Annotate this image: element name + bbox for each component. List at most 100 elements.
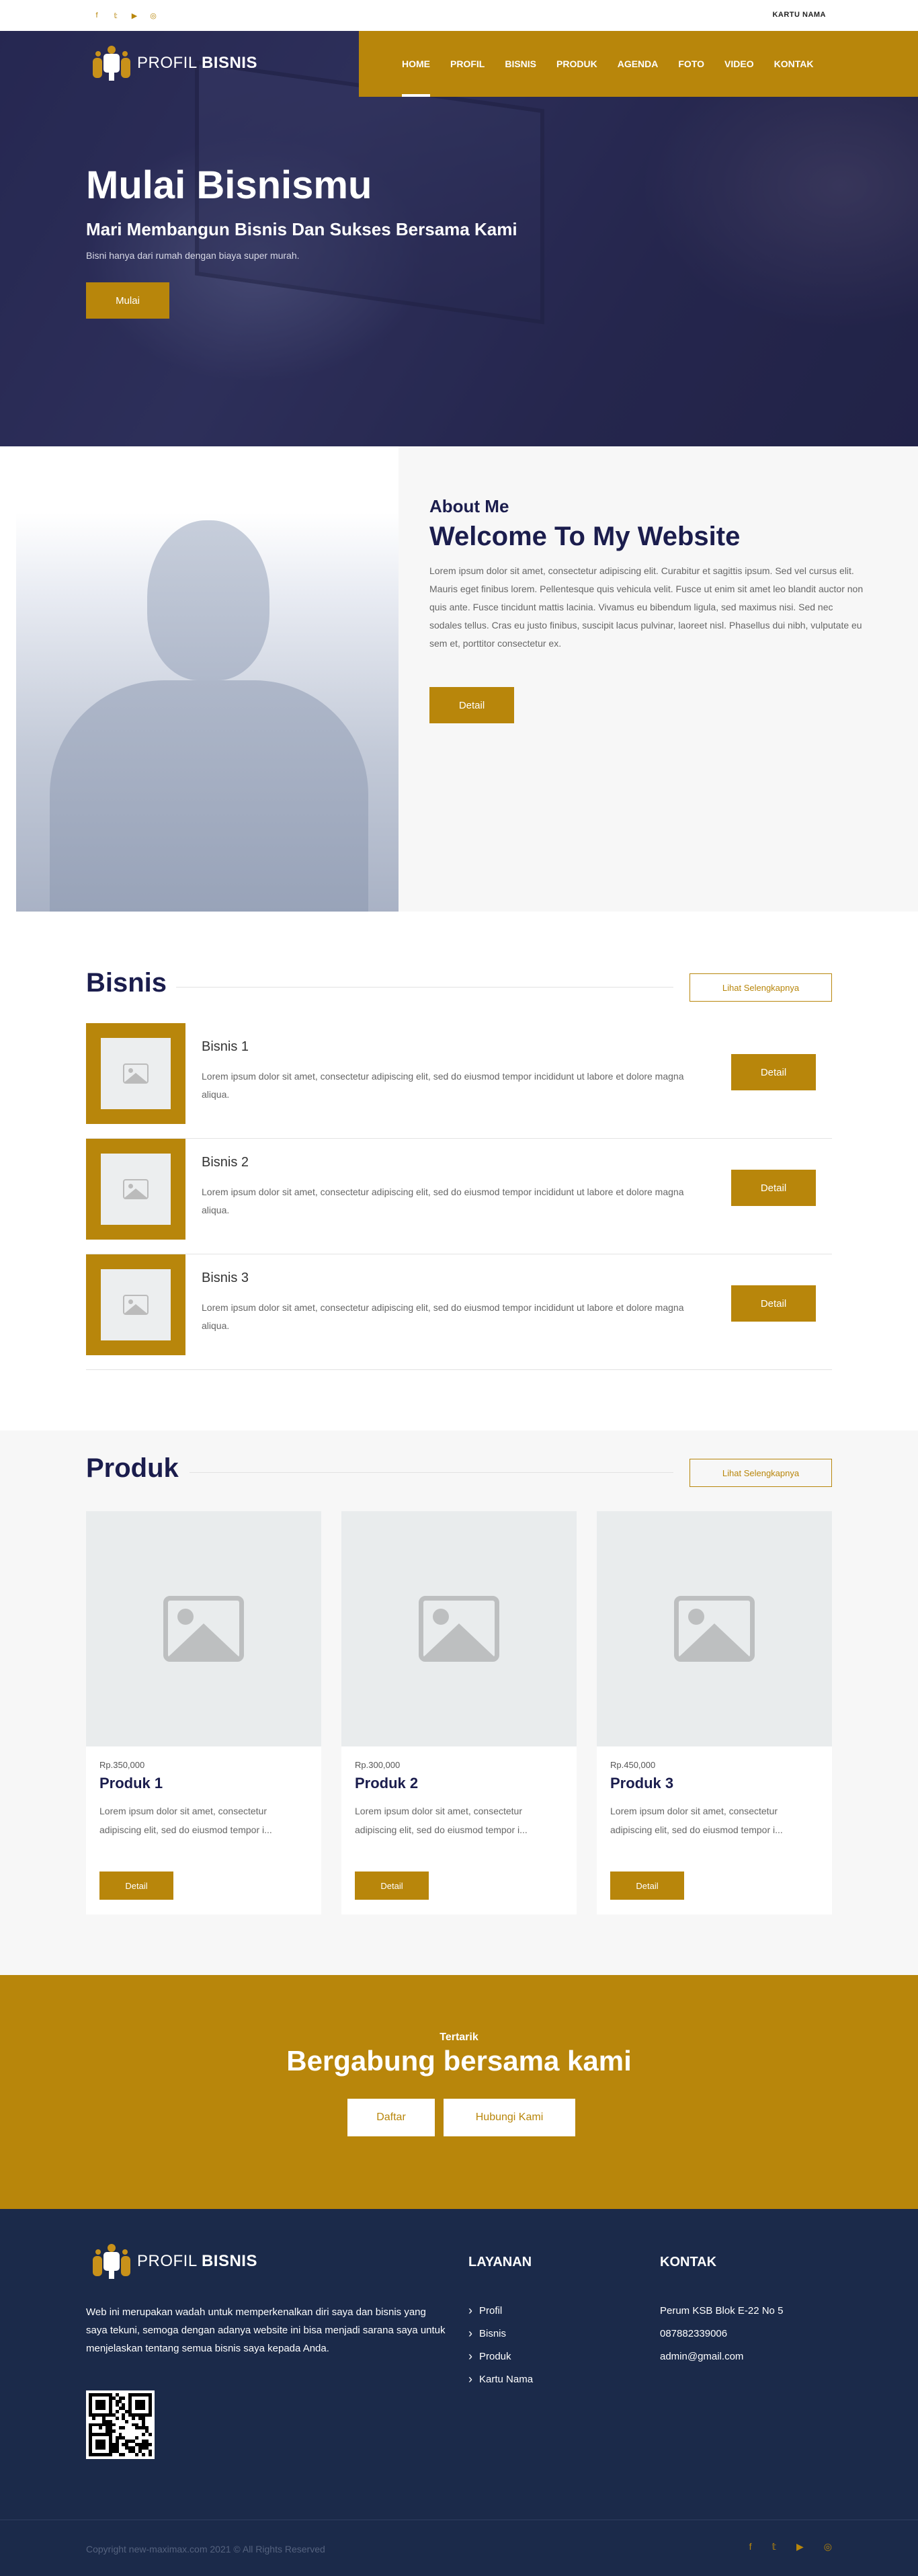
nav-profil[interactable]: PROFIL — [450, 31, 485, 97]
about-kicker: About Me — [429, 496, 509, 516]
footer-logo[interactable]: PROFIL BISNIS — [93, 2244, 257, 2279]
footer-link-bisnis[interactable]: Bisnis — [468, 2322, 533, 2345]
product-detail-button[interactable]: Detail — [610, 1871, 684, 1900]
product-name: Produk 1 — [99, 1775, 163, 1792]
product-detail-button[interactable]: Detail — [355, 1871, 429, 1900]
profile-silhouette-image — [16, 512, 399, 912]
footer-layanan-list: Profil Bisnis Produk Kartu Nama — [468, 2299, 533, 2390]
image-placeholder-icon — [123, 1179, 149, 1199]
nav-produk[interactable]: PRODUK — [556, 31, 597, 97]
twitter-icon[interactable]: 𝕥 — [112, 11, 120, 20]
logo-text-bisnis: BISNIS — [201, 2252, 257, 2270]
bisnis-see-more-button[interactable]: Lihat Selengkapnya — [690, 973, 832, 1002]
produk-section: Produk Lihat Selengkapnya Rp.350,000 Pro… — [0, 1431, 918, 1975]
produk-title-divider — [190, 1472, 673, 1473]
product-image — [341, 1511, 577, 1746]
bisnis-title-divider — [176, 987, 673, 988]
hero-title: Mulai Bisnismu — [86, 163, 372, 207]
youtube-icon[interactable]: ▶ — [796, 2541, 804, 2552]
footer-email[interactable]: admin@gmail.com — [660, 2345, 783, 2368]
facebook-icon[interactable]: f — [749, 2541, 752, 2552]
main-nav: HOME PROFIL BISNIS PRODUK AGENDA FOTO VI… — [359, 31, 918, 97]
footer-link-profil[interactable]: Profil — [468, 2299, 533, 2322]
about-text: Lorem ipsum dolor sit amet, consectetur … — [429, 565, 864, 649]
product-detail-button[interactable]: Detail — [99, 1871, 173, 1900]
bisnis-item: Bisnis 1 Lorem ipsum dolor sit amet, con… — [86, 1023, 832, 1139]
cta-kicker: Tertarik — [440, 2031, 478, 2043]
image-placeholder-icon — [123, 1295, 149, 1315]
instagram-icon[interactable]: ◎ — [149, 11, 157, 20]
cta-title: Bergabung bersama kami — [286, 2045, 632, 2077]
footer-address: Perum KSB Blok E-22 No 5 — [660, 2304, 784, 2317]
hero-section: PROFIL BISNIS HOME PROFIL BISNIS PRODUK … — [0, 31, 918, 446]
footer-layanan-title: LAYANAN — [468, 2255, 532, 2269]
logo-mark-icon — [93, 2244, 130, 2279]
footer-kontak-list: Perum KSB Blok E-22 No 5 087882339006 ad… — [660, 2299, 783, 2368]
bisnis-detail-button[interactable]: Detail — [731, 1170, 816, 1206]
product-image — [86, 1511, 321, 1746]
footer-link-produk[interactable]: Produk — [468, 2345, 533, 2368]
bisnis-detail-button[interactable]: Detail — [731, 1285, 816, 1322]
bisnis-title: Bisnis — [86, 968, 167, 998]
bisnis-description: Lorem ipsum dolor sit amet, consectetur … — [202, 1071, 684, 1100]
bisnis-item: Bisnis 2 Lorem ipsum dolor sit amet, con… — [86, 1139, 832, 1254]
hero-subtitle: Mari Membangun Bisnis Dan Sukses Bersama… — [86, 219, 517, 239]
product-card: Rp.350,000 Produk 1 Lorem ipsum dolor si… — [86, 1511, 321, 1915]
bisnis-description: Lorem ipsum dolor sit amet, consectetur … — [202, 1186, 684, 1215]
product-price: Rp.300,000 — [355, 1760, 401, 1770]
hero-start-button[interactable]: Mulai — [86, 282, 169, 319]
product-description: Lorem ipsum dolor sit amet, consectetur … — [355, 1806, 528, 1835]
logo-mark-icon — [93, 46, 130, 81]
product-name: Produk 3 — [610, 1775, 674, 1792]
daftar-button[interactable]: Daftar — [347, 2099, 435, 2136]
footer-social-links: f 𝕥 ▶ ◎ — [749, 2541, 832, 2552]
twitter-icon[interactable]: 𝕥 — [771, 2541, 776, 2552]
bisnis-name: Bisnis 3 — [202, 1271, 249, 1285]
footer: PROFIL BISNIS Web ini merupakan wadah un… — [0, 2209, 918, 2576]
instagram-icon[interactable]: ◎ — [824, 2541, 832, 2552]
bisnis-thumbnail — [86, 1139, 185, 1240]
cta-section: Tertarik Bergabung bersama kami Daftar H… — [0, 1975, 918, 2209]
product-price: Rp.450,000 — [610, 1760, 656, 1770]
image-placeholder-icon — [123, 1063, 149, 1084]
bisnis-detail-button[interactable]: Detail — [731, 1054, 816, 1090]
image-placeholder-icon — [163, 1596, 244, 1662]
kartu-nama-link[interactable]: KARTU NAMA — [772, 11, 826, 19]
footer-phone[interactable]: 087882339006 — [660, 2322, 783, 2345]
produk-title: Produk — [86, 1453, 179, 1483]
product-price: Rp.350,000 — [99, 1760, 145, 1770]
product-description: Lorem ipsum dolor sit amet, consectetur … — [99, 1806, 272, 1835]
logo-text-profil: PROFIL — [137, 54, 197, 72]
nav-foto[interactable]: FOTO — [678, 31, 704, 97]
qr-code — [86, 2390, 155, 2459]
copyright-text: Copyright new-maximax.com 2021 © All Rig… — [86, 2544, 325, 2554]
product-image — [597, 1511, 832, 1746]
about-section: About Me Welcome To My Website Lorem ips… — [0, 446, 918, 912]
nav-bisnis[interactable]: BISNIS — [505, 31, 536, 97]
facebook-icon[interactable]: f — [93, 11, 101, 20]
product-description: Lorem ipsum dolor sit amet, consectetur … — [610, 1806, 783, 1835]
footer-kontak-title: KONTAK — [660, 2255, 717, 2269]
top-social-links: f 𝕥 ▶ ◎ — [93, 11, 157, 20]
bisnis-item: Bisnis 3 Lorem ipsum dolor sit amet, con… — [86, 1254, 832, 1370]
bisnis-thumbnail — [86, 1254, 185, 1355]
hubungi-kami-button[interactable]: Hubungi Kami — [444, 2099, 575, 2136]
hero-text: Bisni hanya dari rumah dengan biaya supe… — [86, 250, 300, 261]
bisnis-description: Lorem ipsum dolor sit amet, consectetur … — [202, 1302, 684, 1331]
nav-home[interactable]: HOME — [402, 31, 430, 97]
top-bar: f 𝕥 ▶ ◎ KARTU NAMA — [0, 0, 918, 31]
footer-link-kartu-nama[interactable]: Kartu Nama — [468, 2368, 533, 2390]
footer-about-text: Web ini merupakan wadah untuk memperkena… — [86, 2306, 446, 2354]
site-logo[interactable]: PROFIL BISNIS — [93, 46, 257, 81]
product-name: Produk 2 — [355, 1775, 419, 1792]
nav-kontak[interactable]: KONTAK — [774, 31, 814, 97]
youtube-icon[interactable]: ▶ — [130, 11, 138, 20]
nav-agenda[interactable]: AGENDA — [618, 31, 659, 97]
produk-see-more-button[interactable]: Lihat Selengkapnya — [690, 1459, 832, 1487]
logo-text-bisnis: BISNIS — [201, 54, 257, 72]
bisnis-name: Bisnis 2 — [202, 1155, 249, 1170]
product-card: Rp.450,000 Produk 3 Lorem ipsum dolor si… — [597, 1511, 832, 1915]
about-detail-button[interactable]: Detail — [429, 687, 514, 723]
nav-video[interactable]: VIDEO — [724, 31, 754, 97]
image-placeholder-icon — [419, 1596, 499, 1662]
